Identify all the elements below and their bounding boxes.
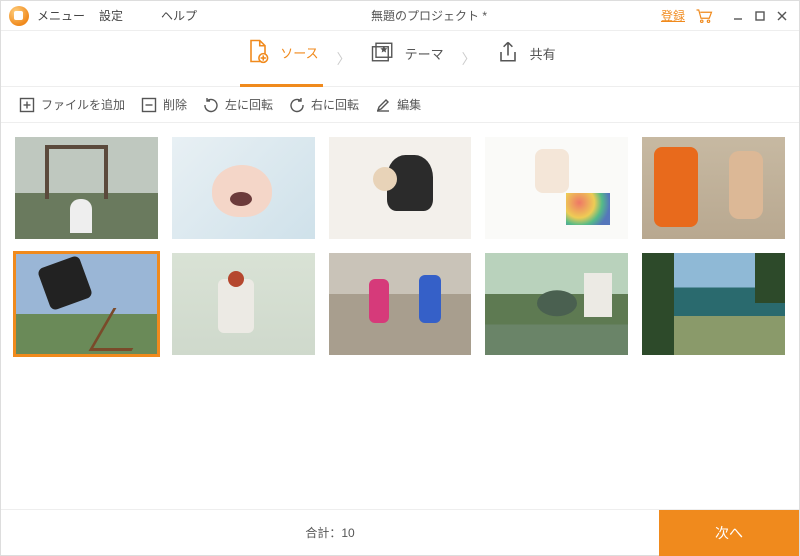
thumbnail[interactable] (172, 137, 315, 239)
rotate-left-button[interactable]: 左に回転 (203, 96, 273, 113)
thumbnail[interactable] (642, 253, 785, 355)
window-right-controls: 登録 (661, 7, 791, 24)
register-link[interactable]: 登録 (661, 7, 685, 24)
app-logo-icon (9, 6, 29, 26)
menu-items: メニュー 設定 ヘルプ (37, 7, 197, 24)
thumbnail[interactable] (329, 253, 472, 355)
step-source-label: ソース (280, 43, 318, 62)
close-button[interactable] (773, 8, 791, 24)
thumbnail[interactable] (15, 253, 158, 355)
maximize-button[interactable] (751, 8, 769, 24)
menu-help[interactable]: ヘルプ (161, 7, 197, 24)
step-source[interactable]: ソース (240, 31, 322, 87)
window-title: 無題のプロジェクト * (197, 7, 661, 24)
add-file-button[interactable]: ファイルを追加 (19, 96, 125, 113)
thumbnail[interactable] (485, 137, 628, 239)
step-share-label: 共有 (530, 44, 556, 63)
rotate-left-label: 左に回転 (225, 96, 273, 113)
step-nav: ソース 〉 テーマ 〉 共有 (1, 31, 799, 87)
thumbnail[interactable] (172, 253, 315, 355)
thumbnail[interactable] (642, 137, 785, 239)
total-label: 合計： (305, 526, 341, 540)
theme-icon (369, 38, 397, 69)
total-count: 合計：10 (1, 524, 659, 541)
edit-button[interactable]: 編集 (375, 96, 421, 113)
menu-menu[interactable]: メニュー (37, 7, 85, 24)
toolbar: ファイルを追加 削除 左に回転 右に回転 編集 (1, 87, 799, 123)
step-theme[interactable]: テーマ (365, 32, 448, 85)
thumbnail-grid (15, 137, 785, 355)
rotate-right-label: 右に回転 (311, 96, 359, 113)
window-buttons (729, 8, 791, 24)
menu-bar: メニュー 設定 ヘルプ 無題のプロジェクト * 登録 (1, 1, 799, 31)
step-theme-label: テーマ (405, 44, 444, 63)
cart-icon[interactable] (695, 8, 713, 24)
minimize-button[interactable] (729, 8, 747, 24)
app-window: メニュー 設定 ヘルプ 無題のプロジェクト * 登録 (0, 0, 800, 556)
add-file-label: ファイルを追加 (41, 96, 125, 113)
menu-settings[interactable]: 設定 (99, 7, 123, 24)
thumbnail[interactable] (15, 137, 158, 239)
footer: 合計：10 次へ (1, 509, 799, 555)
rotate-right-button[interactable]: 右に回転 (289, 96, 359, 113)
thumbnail-gallery (1, 123, 799, 509)
delete-label: 削除 (163, 96, 187, 113)
chevron-right-icon: 〉 (462, 49, 476, 69)
thumbnail[interactable] (485, 253, 628, 355)
edit-label: 編集 (397, 96, 421, 113)
source-icon (244, 37, 272, 68)
chevron-right-icon: 〉 (337, 49, 351, 69)
share-icon (494, 38, 522, 69)
delete-button[interactable]: 削除 (141, 96, 187, 113)
total-value: 10 (341, 526, 354, 540)
step-share[interactable]: 共有 (490, 32, 560, 85)
thumbnail[interactable] (329, 137, 472, 239)
next-button[interactable]: 次へ (659, 510, 799, 556)
